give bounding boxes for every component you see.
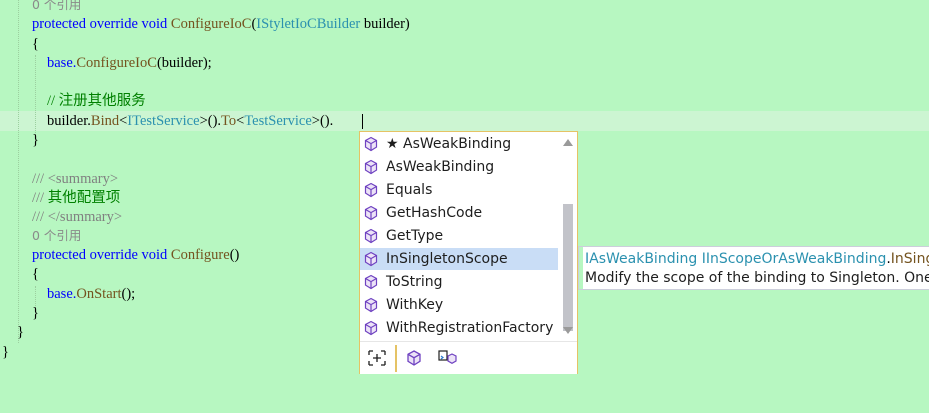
completion-item-label: InSingletonScope [386,251,508,267]
xmldoc-slashes: /// [32,190,48,206]
code-line-brace: } [32,305,39,321]
code-line-method-signature: protected override void ConfigureIoC(ISt… [32,15,410,34]
code-line-xmldoc: /// </summary> [32,208,122,227]
tooltip-signature: IAsWeakBinding IInScopeOrAsWeakBinding.I… [585,250,929,268]
tooltip-return-type: IAsWeakBinding [585,251,698,267]
completion-item[interactable]: ★ AsWeakBinding [360,133,560,155]
completion-item-label: Equals [386,182,433,198]
method-cube-icon [363,205,379,221]
completion-item-label: GetType [386,228,444,244]
completion-item-label: ToString [386,274,443,290]
code-line-base-call: base.ConfigureIoC(builder); [47,54,212,73]
completion-item-label: WithKey [386,297,444,313]
xmldoc-slashes: /// [32,171,48,187]
extension-method-filter-icon[interactable] [436,348,458,368]
text-token: builder) [360,16,410,32]
code-line-brace: } [32,132,39,148]
codelens-references[interactable]: 0 个引用 [32,227,81,245]
method-token: ConfigureIoC [170,16,252,32]
keyword-token: protected override void [32,16,171,32]
scroll-up-arrow-icon[interactable] [563,139,573,146]
text-token: () [229,247,240,263]
codelens-references[interactable]: 0 个引用 [32,0,81,14]
tooltip-member-name: InSing [890,251,929,267]
completion-items: ★ AsWeakBinding AsWeakBinding Equals GetHas… [360,132,560,341]
completion-item[interactable]: ToString [360,271,560,293]
code-line-brace: } [2,344,9,360]
filter-separator [395,345,397,372]
text-token: (); [121,286,136,302]
quick-info-tooltip: IAsWeakBinding IInScopeOrAsWeakBinding.I… [578,246,929,290]
code-line-bind: builder.Bind<ITestService>().To<TestServ… [47,112,333,131]
punct-token: >(). [199,113,222,129]
code-line-xmldoc: /// <summary> [32,170,118,189]
completion-item[interactable]: InSingletonScope [360,248,558,270]
completion-filter-bar [360,341,577,374]
tooltip-description: Modify the scope of the binding to Singl… [585,270,929,286]
method-token: To [221,113,237,129]
completion-item[interactable]: WithKey [360,294,560,316]
intellisense-completion-list[interactable]: ★ AsWeakBinding AsWeakBinding Equals GetHas… [359,131,578,374]
method-cube-icon [363,228,379,244]
method-cube-icon [363,136,379,152]
scroll-down-arrow-icon[interactable] [563,327,573,334]
completion-item-label: WithRegistrationFactory [386,320,554,336]
method-token: Bind [90,113,120,129]
text-token: builder. [47,113,91,129]
keyword-token: base. [47,286,77,302]
method-cube-icon [363,274,379,290]
method-cube-icon [363,182,379,198]
tooltip-accent [579,247,583,289]
completion-item[interactable]: GetType [360,225,560,247]
code-line-base-call: base.OnStart(); [47,285,135,304]
indent-guide [35,55,36,141]
method-cube-icon [363,320,379,336]
text-caret [362,114,363,129]
text-token: (builder); [156,55,212,71]
scrollbar-thumb[interactable] [563,204,573,331]
code-line-comment: // 注册其他服务 [47,93,146,109]
completion-scrollbar[interactable] [560,132,577,341]
completion-item-label: GetHashCode [386,205,483,221]
xmldoc-tag: </summary> [47,209,123,225]
completion-item[interactable]: AsWeakBinding [360,156,560,178]
punct-token: >(). [311,113,334,129]
completion-item-label: ★ AsWeakBinding [386,136,512,152]
keyword-token: protected override void [32,247,171,263]
xmldoc-tag: <summary> [47,171,119,187]
indent-guide [18,0,19,343]
code-line-brace: } [17,324,24,340]
code-line-brace: { [32,36,39,52]
expand-target-icon[interactable] [366,348,388,368]
type-token: ITestService [127,113,200,129]
type-token: TestService [244,113,312,129]
completion-item[interactable]: WithRegistrationFactory [360,317,560,339]
method-cube-icon [363,251,379,267]
method-token: OnStart [76,286,122,302]
xmldoc-text: 其他配置项 [47,190,121,206]
completion-item[interactable]: GetHashCode [360,202,560,224]
keyword-token: base. [47,55,77,71]
completion-item-label: AsWeakBinding [386,159,495,175]
code-line-brace: { [32,266,39,282]
type-token: IStyletIoCBuilder [256,16,361,32]
xmldoc-slashes: /// [32,209,48,225]
code-line-method-signature: protected override void Configure() [32,246,239,265]
method-filter-icon[interactable] [403,348,425,368]
method-token: ConfigureIoC [76,55,157,71]
method-token: Configure [170,247,230,263]
completion-item[interactable]: Equals [360,179,560,201]
method-cube-icon [363,297,379,313]
method-cube-icon [363,159,379,175]
tooltip-owner-type: IInScopeOrAsWeakBinding [701,251,887,267]
code-line-xmldoc: /// 其他配置项 [32,189,120,208]
